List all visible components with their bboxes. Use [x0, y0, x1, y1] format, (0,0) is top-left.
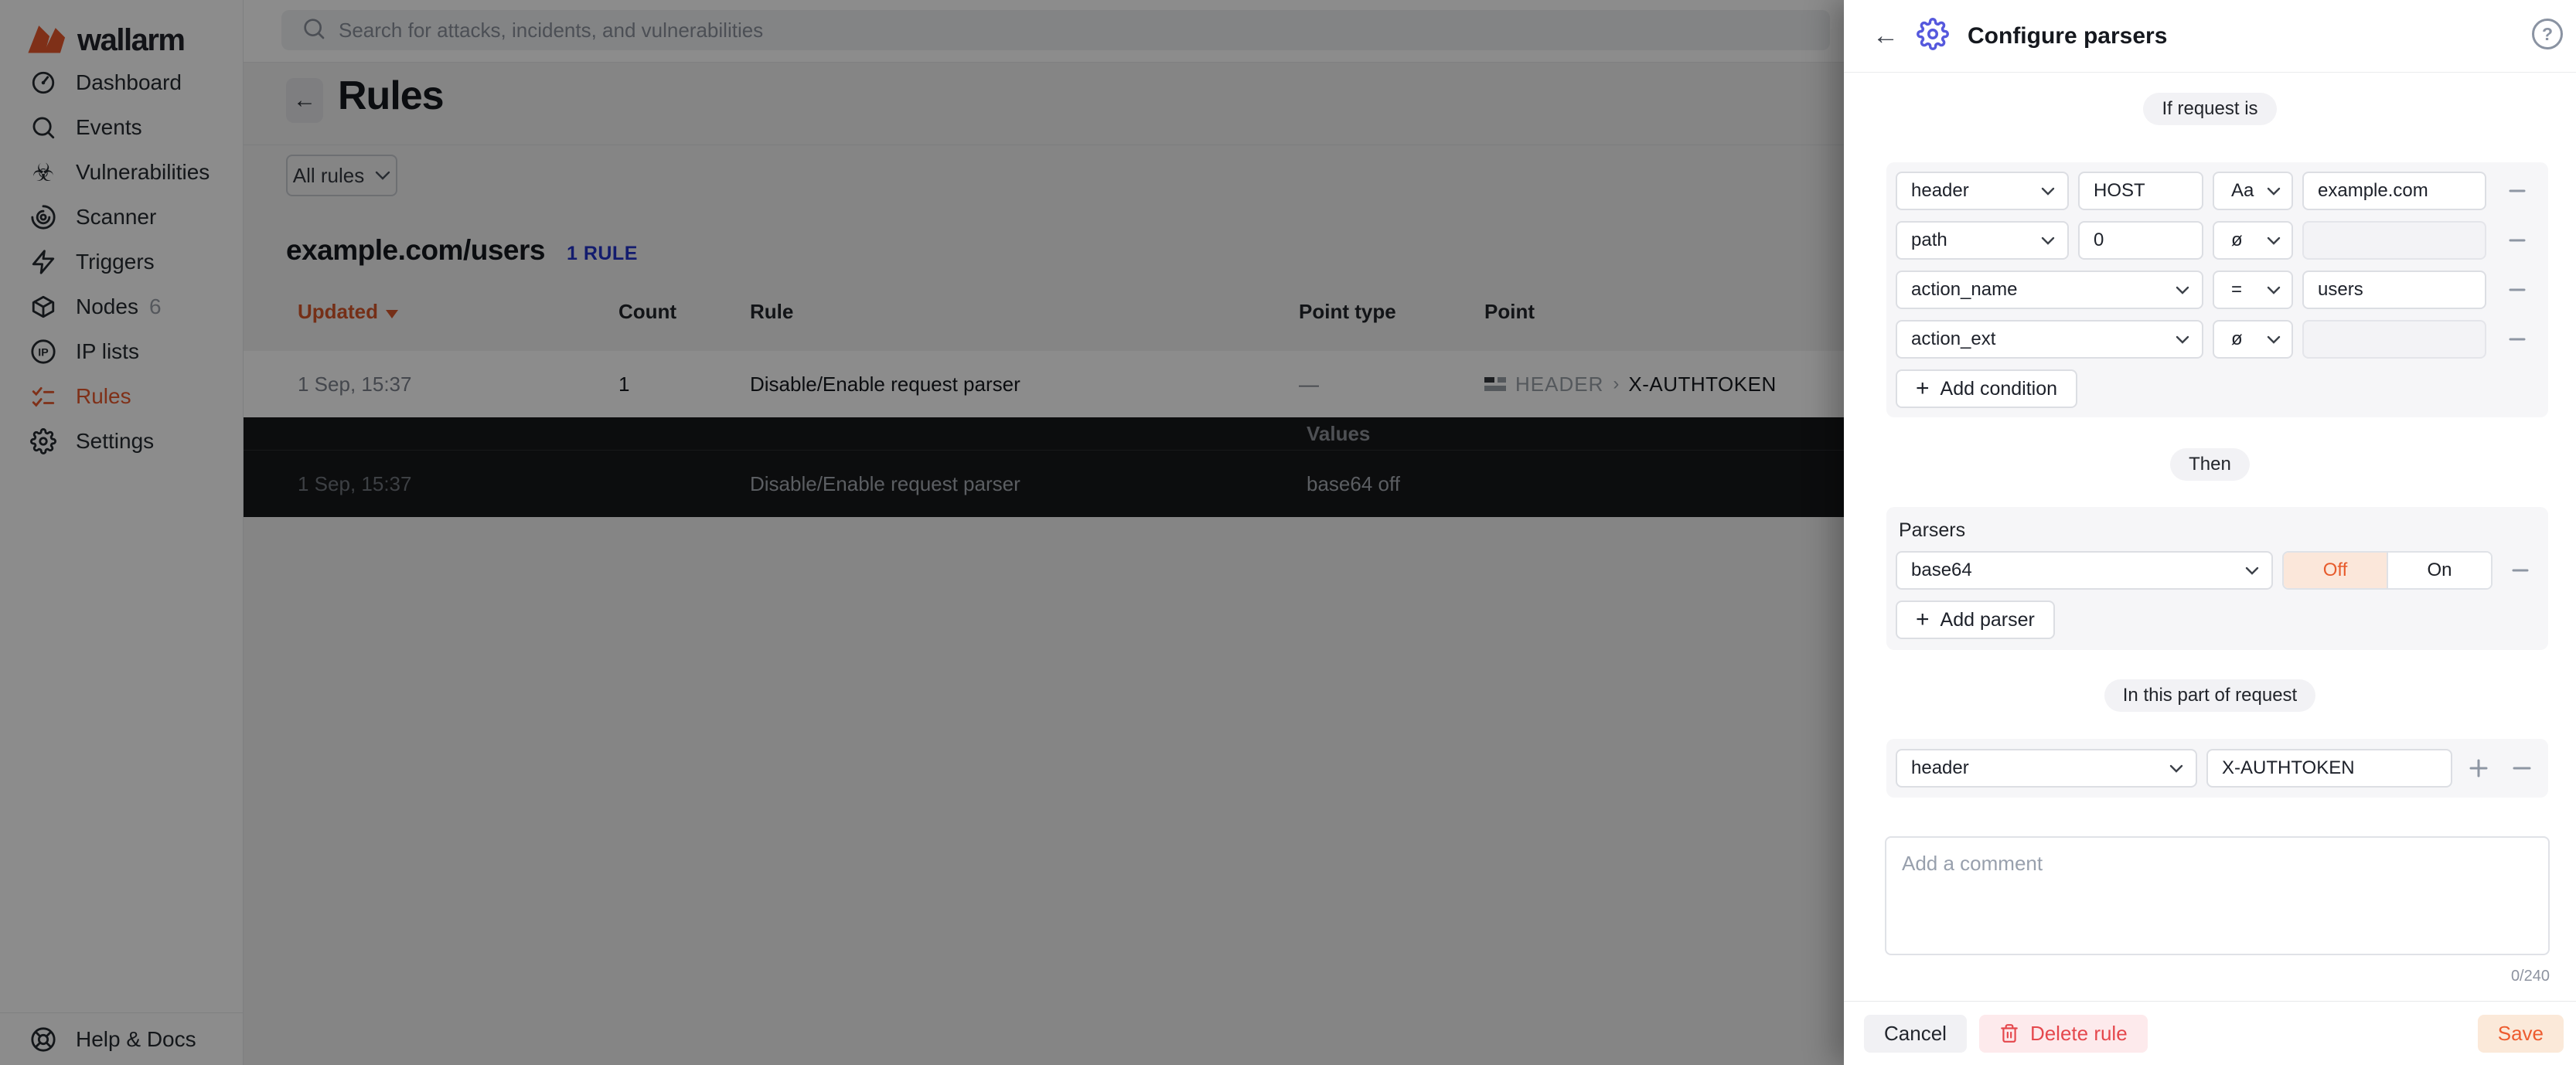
- condition-value-input[interactable]: [2302, 271, 2486, 309]
- chevron-down-icon: [2176, 286, 2189, 294]
- conditions-card: header Aa path: [1886, 162, 2548, 417]
- minus-icon: [2507, 329, 2527, 349]
- condition-value-input[interactable]: [2302, 221, 2486, 260]
- panel-body: If request is header Aa path: [1844, 73, 2576, 1001]
- remove-parser-button[interactable]: [2502, 551, 2539, 590]
- remove-point-button[interactable]: [2505, 749, 2539, 788]
- chevron-down-icon: [2041, 187, 2055, 196]
- condition-key-input[interactable]: [2078, 221, 2203, 260]
- minus-icon: [2510, 560, 2530, 580]
- chevron-down-icon: [2267, 335, 2281, 344]
- parsers-card: Parsers base64 Off On + Add parser: [1886, 507, 2548, 650]
- cancel-button[interactable]: Cancel: [1864, 1015, 1967, 1053]
- panel-title: Configure parsers: [1968, 23, 2167, 49]
- delete-rule-button[interactable]: Delete rule: [1979, 1015, 2148, 1053]
- add-parser-button[interactable]: + Add parser: [1896, 601, 2055, 639]
- request-part-select[interactable]: header: [1896, 749, 2197, 788]
- panel-header: ← Configure parsers ?: [1844, 0, 2576, 73]
- plus-icon: +: [1916, 608, 1930, 631]
- configure-parsers-panel: ← Configure parsers ? If request is head…: [1844, 0, 2576, 1065]
- request-part-card: header: [1886, 739, 2548, 798]
- condition-row: action_ext ø: [1896, 320, 2539, 359]
- chevron-down-icon: [2176, 335, 2189, 344]
- condition-operator-select[interactable]: ø: [2213, 221, 2293, 260]
- parser-gear-icon: [1917, 18, 1949, 54]
- add-condition-button[interactable]: + Add condition: [1896, 369, 2077, 408]
- condition-value-input[interactable]: [2302, 172, 2486, 210]
- parser-row: base64 Off On: [1896, 551, 2539, 590]
- comment-char-counter: 0/240: [1844, 968, 2550, 985]
- chevron-down-icon: [2245, 567, 2259, 575]
- remove-condition-button[interactable]: [2496, 172, 2539, 210]
- plus-icon: [2468, 757, 2489, 779]
- chevron-down-icon: [2267, 236, 2281, 245]
- condition-field-select[interactable]: action_name: [1896, 271, 2203, 309]
- save-button[interactable]: Save: [2478, 1015, 2564, 1053]
- parsers-label: Parsers: [1899, 519, 2539, 542]
- chevron-down-icon: [2267, 187, 2281, 196]
- condition-row: action_name =: [1896, 271, 2539, 309]
- add-point-button[interactable]: [2462, 749, 2496, 788]
- condition-value-input[interactable]: [2302, 320, 2486, 359]
- request-part-value-input[interactable]: [2206, 749, 2452, 788]
- section-label-if-request-is: If request is: [2143, 93, 2276, 125]
- parser-on-option[interactable]: On: [2388, 553, 2491, 588]
- condition-field-select[interactable]: header: [1896, 172, 2069, 210]
- condition-row: path ø: [1896, 221, 2539, 260]
- remove-condition-button[interactable]: [2496, 221, 2539, 260]
- remove-condition-button[interactable]: [2496, 320, 2539, 359]
- parser-select[interactable]: base64: [1896, 551, 2273, 590]
- request-part-row: header: [1896, 749, 2539, 788]
- section-label-in-this-part: In this part of request: [2104, 679, 2315, 712]
- minus-icon: [2507, 230, 2527, 250]
- minus-icon: [2507, 280, 2527, 300]
- panel-back-button[interactable]: ←: [1869, 19, 1903, 53]
- comment-textarea[interactable]: [1885, 836, 2550, 955]
- chevron-down-icon: [2169, 764, 2183, 773]
- condition-field-select[interactable]: path: [1896, 221, 2069, 260]
- minus-icon: [2511, 757, 2533, 779]
- section-label-then: Then: [2170, 448, 2250, 481]
- remove-condition-button[interactable]: [2496, 271, 2539, 309]
- condition-operator-select[interactable]: =: [2213, 271, 2293, 309]
- condition-operator-select[interactable]: Aa: [2213, 172, 2293, 210]
- parser-state-toggle: Off On: [2282, 551, 2493, 590]
- condition-operator-select[interactable]: ø: [2213, 320, 2293, 359]
- help-icon[interactable]: ?: [2532, 19, 2563, 49]
- condition-field-select[interactable]: action_ext: [1896, 320, 2203, 359]
- parser-off-option[interactable]: Off: [2284, 553, 2388, 588]
- condition-key-input[interactable]: [2078, 172, 2203, 210]
- chevron-down-icon: [2041, 236, 2055, 245]
- plus-icon: +: [1916, 377, 1930, 400]
- condition-row: header Aa: [1896, 172, 2539, 210]
- chevron-down-icon: [2267, 286, 2281, 294]
- minus-icon: [2507, 181, 2527, 201]
- panel-footer: Cancel Delete rule Save: [1844, 1001, 2576, 1065]
- modal-backdrop[interactable]: [0, 0, 1844, 1065]
- trash-icon: [1999, 1023, 2019, 1043]
